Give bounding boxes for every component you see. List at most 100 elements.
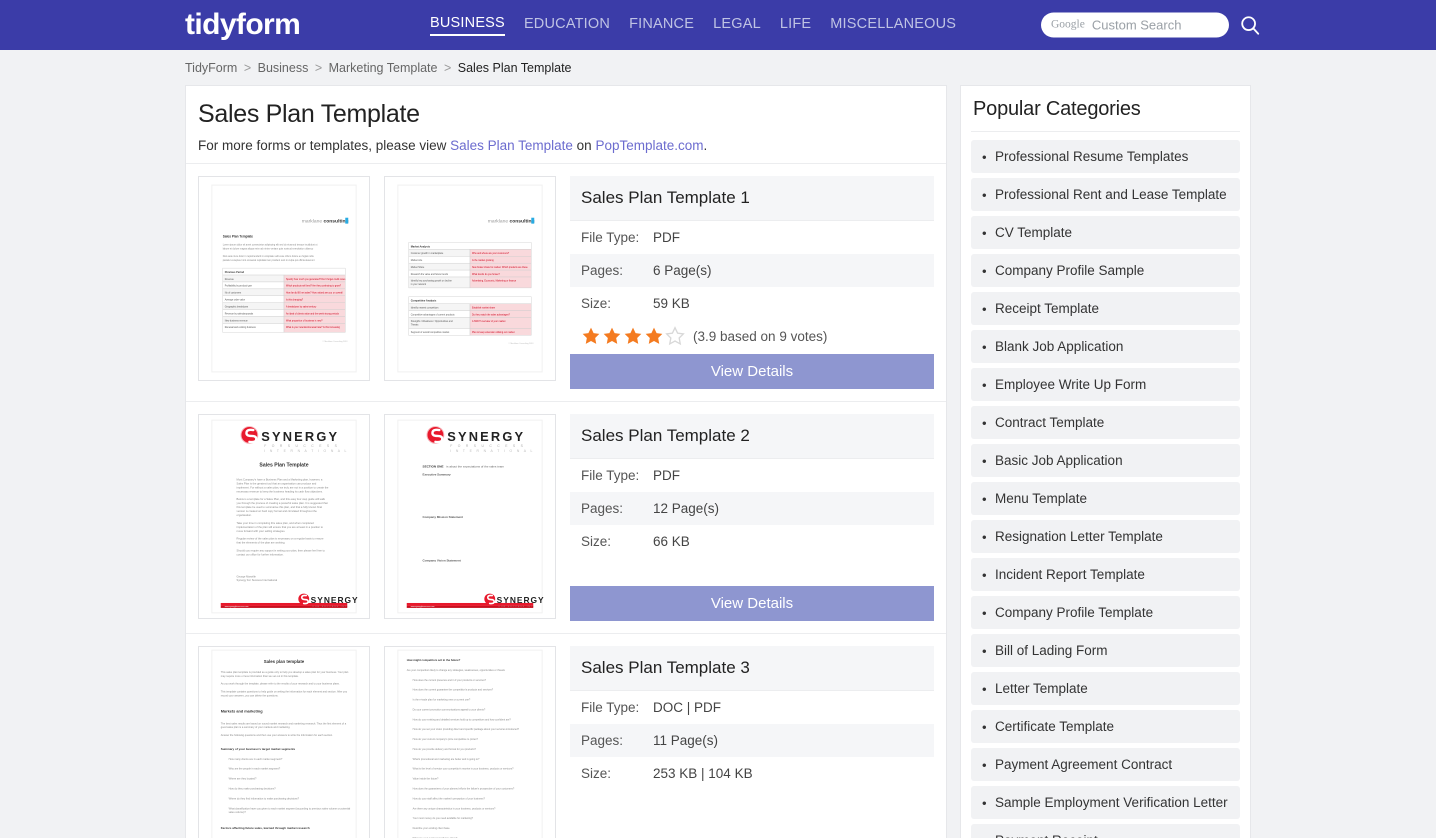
category-item[interactable]: CV Template xyxy=(971,216,1240,249)
breadcrumb-item-marketing-template[interactable]: Marketing Template xyxy=(329,61,438,75)
category-item[interactable]: Resignation Letter Template xyxy=(971,520,1240,553)
subtitle-middle: on xyxy=(572,138,596,153)
category-item[interactable]: Contract Template xyxy=(971,406,1240,439)
view-details-button[interactable]: View Details xyxy=(570,586,934,621)
svg-text:F O R S U C C E S S: F O R S U C C E S S xyxy=(264,444,339,448)
svg-text:SYNERGY: SYNERGY xyxy=(311,595,359,605)
svg-text:How do they make purchasing de: How do they make purchasing decisions? xyxy=(229,787,277,791)
svg-text:Describe your existing client: Describe your existing client base. xyxy=(413,827,451,830)
svg-text:Answer the following questions: Answer the following questions and then … xyxy=(221,733,333,737)
template-thumbnail[interactable]: Sales plan template This sales plan temp… xyxy=(198,646,370,838)
nav-item-business[interactable]: BUSINESS xyxy=(430,15,505,36)
svg-text:I N T E R N A T I O N A L: I N T E R N A T I O N A L xyxy=(264,449,348,453)
category-item[interactable]: Payment Receipt xyxy=(971,824,1240,838)
svg-text:you through the process of cre: you through the process of creating a po… xyxy=(237,501,328,505)
svg-text:Company Vision Statement: Company Vision Statement xyxy=(423,558,461,562)
svg-text:What trends do you forsee?: What trends do you forsee? xyxy=(472,273,501,276)
category-item[interactable]: Letter Template xyxy=(971,672,1240,705)
google-logo-text: Google xyxy=(1051,18,1085,31)
svg-text:Sales Plan Template: Sales Plan Template xyxy=(223,234,254,238)
star-icon-filled[interactable] xyxy=(602,326,622,346)
svg-text:Lorem ipsum dolor sit amet con: Lorem ipsum dolor sit amet consectetur a… xyxy=(223,243,318,246)
svg-text:implementation of the plan wil: implementation of the plan will ensure t… xyxy=(237,525,324,529)
nav-item-finance[interactable]: FINANCE xyxy=(629,16,694,35)
template-thumbnail[interactable]: How might competitors act in the future?… xyxy=(384,646,556,838)
site-logo[interactable]: tidyform xyxy=(185,10,301,40)
svg-text:is about the expectations of t: is about the expectations of the sales t… xyxy=(446,465,504,469)
svg-text:Are there any unique character: Are there any unique characteristics in … xyxy=(413,807,496,810)
svg-text:SYNERGY: SYNERGY xyxy=(447,429,525,444)
svg-text:Where do they find information: Where do they find information to make p… xyxy=(229,796,300,800)
svg-text:Advertising, Economic, Marketi: Advertising, Economic, Marketing or fina… xyxy=(472,279,517,282)
svg-text:Is the market growing: Is the market growing xyxy=(472,259,494,262)
svg-text:How might competitors act in t: How might competitors act in the future? xyxy=(407,658,461,662)
svg-text:FOR SUCCESS INTL: FOR SUCCESS INTL xyxy=(313,606,350,608)
svg-text:Duis aute irure dolor in repre: Duis aute irure dolor in reprehenderit i… xyxy=(223,255,315,258)
svg-text:Executive Summary: Executive Summary xyxy=(423,472,451,476)
template-thumbnail[interactable]: SYNERGY F O R S U C C E S S I N T E R N … xyxy=(384,414,556,619)
search-input[interactable] xyxy=(1091,17,1229,33)
star-rating[interactable] xyxy=(581,326,685,346)
template-detail: Sales Plan Template 3 File Type: DOC | P… xyxy=(570,646,934,790)
category-item[interactable]: Certificate Template xyxy=(971,710,1240,743)
template-thumbnail[interactable]: SYNERGY F O R S U C C E S S I N T E R N … xyxy=(198,414,370,619)
svg-text:implement. For without a sales: implement. For without a sales plan, we … xyxy=(237,485,329,489)
svg-text:Customer growth in marketplace: Customer growth in marketplace xyxy=(411,252,444,255)
category-item[interactable]: Sample Employment Verification Letter xyxy=(971,786,1240,819)
category-item[interactable]: Professional Resume Templates xyxy=(971,140,1240,173)
category-item[interactable]: Payment Agreement Contract xyxy=(971,748,1240,781)
svg-text:Regular review of the sales pl: Regular review of the sales plan is nece… xyxy=(237,537,324,541)
search-icon[interactable] xyxy=(1239,14,1261,36)
category-item[interactable]: Menu Template xyxy=(971,482,1240,515)
spec-value: 6 Page(s) xyxy=(653,263,712,278)
svg-text:Take your time in completing t: Take your time in completing this sales … xyxy=(237,521,315,525)
spec-label: Size: xyxy=(581,534,612,549)
spec-label: Size: xyxy=(581,766,612,781)
nav-item-education[interactable]: EDUCATION xyxy=(524,16,610,35)
category-item[interactable]: Employee Write Up Form xyxy=(971,368,1240,401)
template-thumbnail[interactable]: marklane consulting Market Analysis Cust… xyxy=(384,176,556,381)
subtitle-suffix: . xyxy=(703,138,708,153)
rating-row: (3.9 based on 9 votes) xyxy=(570,320,934,354)
svg-text:Markets and marketing: Markets and marketing xyxy=(221,709,264,713)
breadcrumb-item-business[interactable]: Business xyxy=(258,61,309,75)
nav-item-legal[interactable]: LEGAL xyxy=(713,16,761,35)
nav-item-life[interactable]: LIFE xyxy=(780,16,811,35)
star-icon-filled[interactable] xyxy=(581,326,601,346)
category-item[interactable]: Professional Rent and Lease Template xyxy=(971,178,1240,211)
category-item[interactable]: Company Profile Template xyxy=(971,596,1240,629)
template-thumbnail[interactable]: marklane consulting Sales Plan Template … xyxy=(198,176,370,381)
svg-text:F O R S U C C E S S: F O R S U C C E S S xyxy=(450,444,525,448)
svg-text:Research the value and future: Research the value and future trends xyxy=(411,273,449,276)
breadcrumb-item-tidyform[interactable]: TidyForm xyxy=(185,61,237,75)
svg-text:Where are they located?: Where are they located? xyxy=(229,777,257,781)
svg-text:A SWOT overview of your market: A SWOT overview of your market xyxy=(472,320,506,323)
svg-text:Competitive advantages of curr: Competitive advantages of current produc… xyxy=(411,313,456,316)
template-name: Sales Plan Template 1 xyxy=(570,176,934,221)
spec-pages: Pages: 12 Page(s) xyxy=(570,492,934,525)
svg-text:Your most money do you need av: Your most money do you need available fo… xyxy=(413,817,474,820)
category-item[interactable]: Company Profile Sample xyxy=(971,254,1240,287)
star-icon-empty[interactable] xyxy=(665,326,685,346)
star-icon-filled[interactable] xyxy=(644,326,664,346)
category-item[interactable]: Bill of Lading Form xyxy=(971,634,1240,667)
svg-text:© Marklane Consulting 2013: © Marklane Consulting 2013 xyxy=(323,340,349,343)
nav-item-miscellaneous[interactable]: MISCELLANEOUS xyxy=(830,16,956,35)
category-item[interactable]: Blank Job Application xyxy=(971,330,1240,363)
spec-label: File Type: xyxy=(581,468,640,483)
subtitle-link-sales-plan-template[interactable]: Sales Plan Template xyxy=(450,138,573,153)
subtitle-link-poptemplate[interactable]: PopTemplate.com xyxy=(595,138,703,153)
star-icon-filled[interactable] xyxy=(623,326,643,346)
svg-text:Strengths / Weakness / Opportu: Strengths / Weakness / Opportunities and xyxy=(411,320,454,323)
sidebar-title: Popular Categories xyxy=(971,96,1240,132)
search-box[interactable]: Google xyxy=(1041,12,1229,38)
view-details-button[interactable]: View Details xyxy=(570,354,934,389)
category-item[interactable]: Incident Report Template xyxy=(971,558,1240,591)
rating-text: (3.9 based on 9 votes) xyxy=(693,328,828,344)
svg-text:Segment of overall competitive: Segment of overall competitive market xyxy=(411,331,450,334)
main-content: Sales Plan Template For more forms or te… xyxy=(185,85,947,838)
category-item[interactable]: Receipt Template xyxy=(971,292,1240,325)
category-item[interactable]: Basic Job Application xyxy=(971,444,1240,477)
spec-file-type: File Type: PDF xyxy=(570,459,934,492)
breadcrumb-item-current: Sales Plan Template xyxy=(457,61,572,75)
